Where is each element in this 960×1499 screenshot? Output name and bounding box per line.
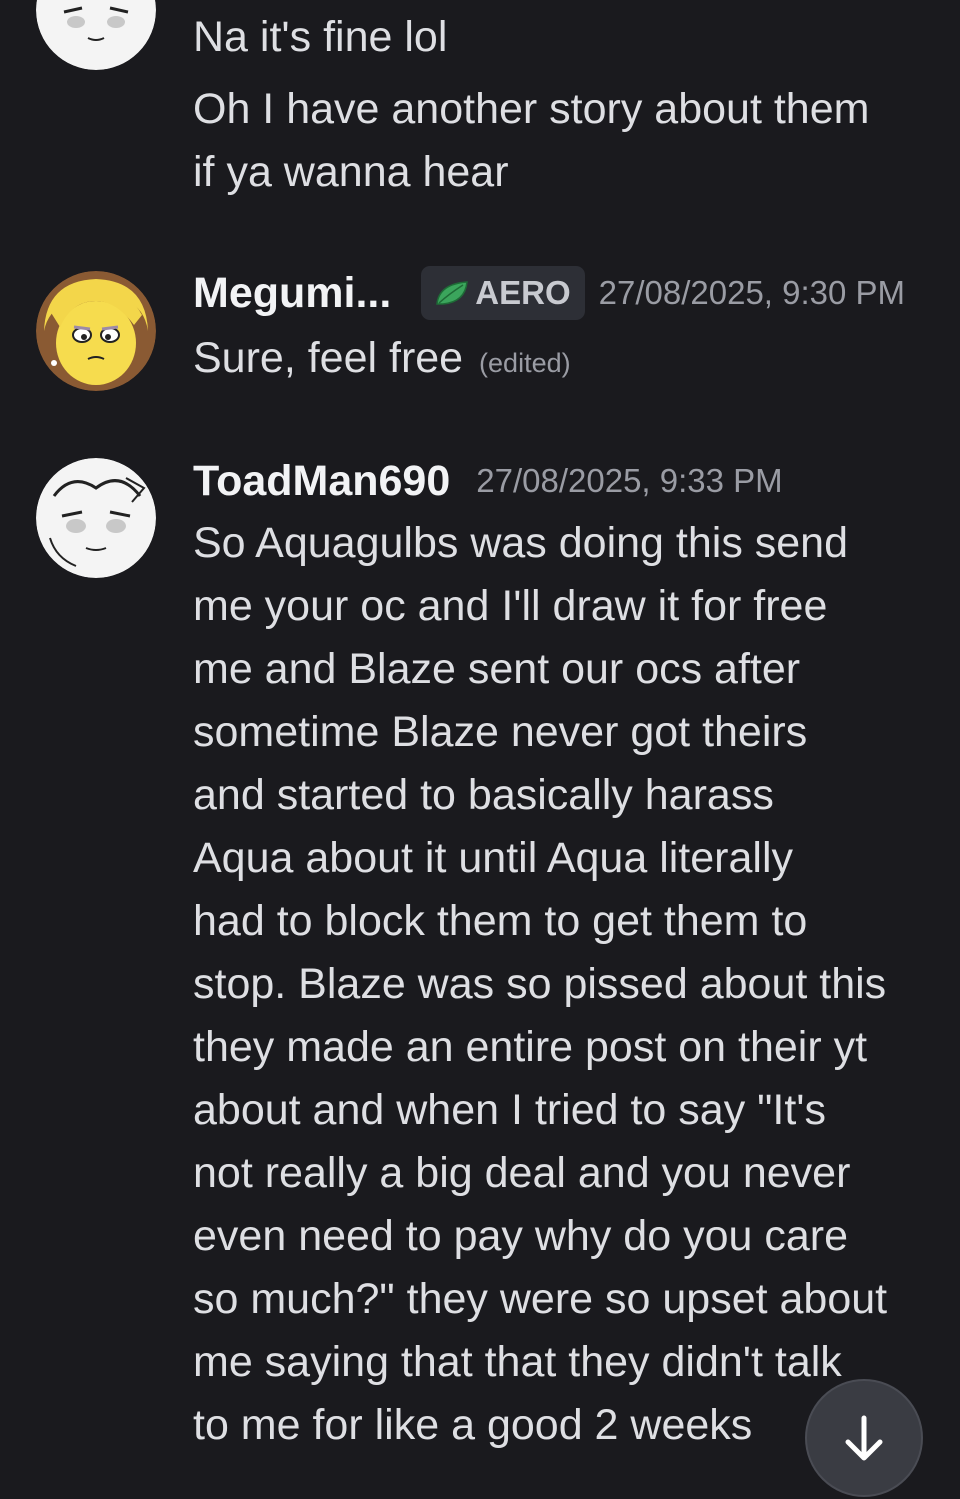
avatar-toadman690[interactable] (36, 458, 156, 578)
message-text: So Aquagulbs was doing this send me your… (193, 519, 888, 1449)
message-text: Sure, feel free (edited) (193, 327, 930, 395)
username[interactable]: Megumi... (193, 269, 391, 318)
arrow-down-icon (845, 1415, 883, 1461)
message-text: Oh I have another story about them if ya… (193, 85, 870, 196)
edited-label: (edited) (479, 348, 571, 378)
message-text: Na it's fine lol (193, 13, 448, 61)
avatar-toadman690[interactable] (36, 0, 156, 70)
badge-label: AERO (475, 274, 571, 311)
guild-tag-badge[interactable]: AERO (421, 266, 585, 320)
green-leaf-icon (436, 281, 469, 305)
message-body: Sure, feel free (193, 334, 464, 382)
message-header: Megumi... AERO 27/08/2025, 9:30 PM (193, 262, 905, 324)
timestamp: 27/08/2025, 9:33 PM (476, 462, 783, 499)
username[interactable]: ToadMan690 (193, 457, 450, 506)
jump-to-bottom-button[interactable] (805, 1379, 923, 1497)
message-header: ToadMan690 27/08/2025, 9:33 PM (193, 450, 783, 512)
avatar-megumi[interactable] (36, 271, 156, 391)
timestamp: 27/08/2025, 9:30 PM (598, 274, 906, 311)
